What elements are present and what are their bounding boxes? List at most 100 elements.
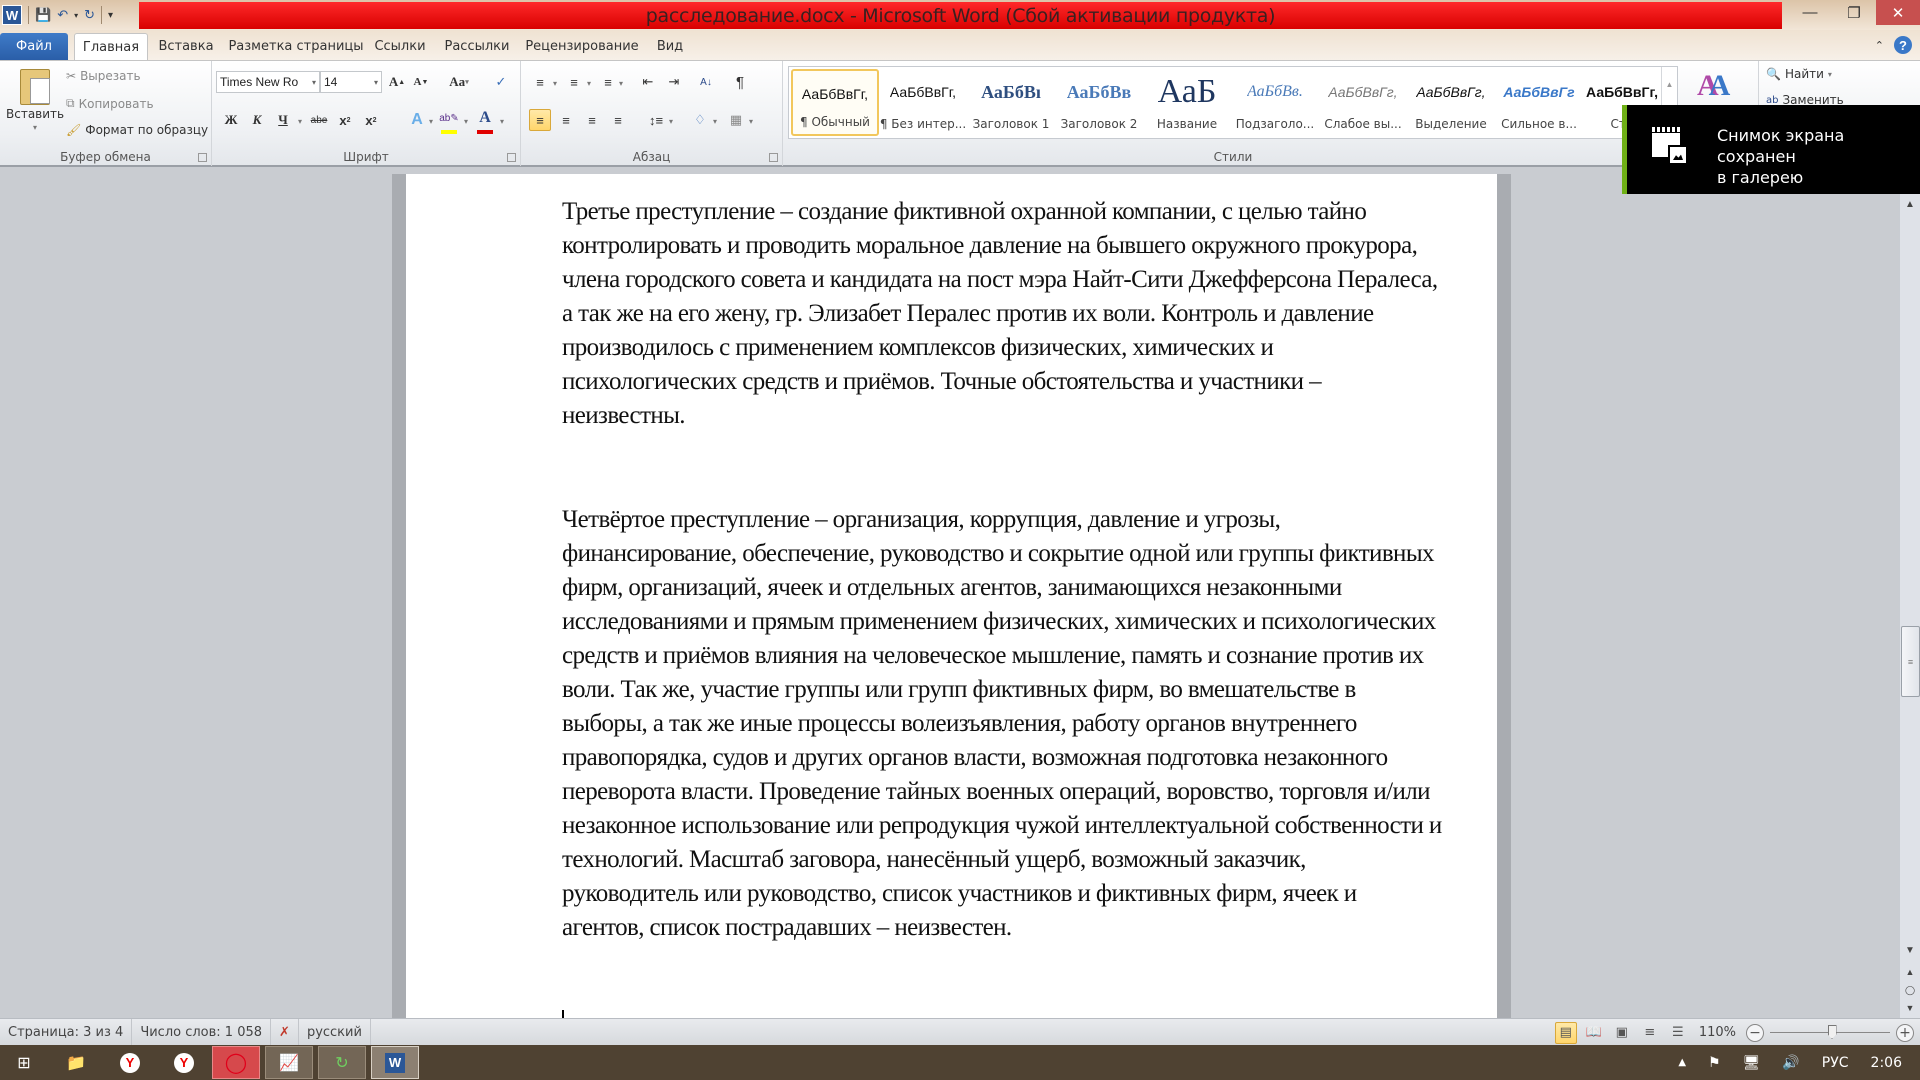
change-styles-button[interactable]: AA	[1697, 69, 1730, 103]
font-launcher-icon[interactable]	[507, 153, 516, 162]
word-app-icon[interactable]: W	[2, 5, 22, 25]
multilevel-list-icon[interactable]: ≡	[597, 71, 619, 93]
minimize-button[interactable]: —	[1788, 0, 1832, 25]
outline-view-icon[interactable]: ≡	[1639, 1022, 1661, 1044]
gallery-up-icon[interactable]: ▲	[1666, 80, 1674, 89]
redo-icon[interactable]: ↻	[84, 5, 95, 25]
align-center-icon[interactable]: ≡	[555, 109, 577, 131]
font-color-dropdown-icon[interactable]: ▾	[500, 117, 504, 126]
browse-object-icon[interactable]: ◯	[1900, 980, 1920, 1000]
find-button[interactable]: 🔍 Найти ▾	[1766, 67, 1832, 81]
strikethrough-button[interactable]: abe	[308, 109, 330, 131]
tab-insert[interactable]: Вставка	[152, 33, 220, 60]
yandex-browser-button[interactable]: Y	[106, 1046, 154, 1079]
borders-dropdown-icon[interactable]: ▾	[749, 117, 753, 126]
tab-mailings[interactable]: Рассылки	[440, 33, 514, 60]
shrink-font-icon[interactable]: A ▼	[410, 71, 432, 93]
paste-button[interactable]: Вставить ▾	[6, 69, 64, 132]
word-count[interactable]: Число слов: 1 058	[132, 1018, 272, 1046]
page-indicator[interactable]: Страница: 3 из 4	[0, 1018, 133, 1046]
minimize-ribbon-icon[interactable]: ⌃	[1875, 39, 1884, 52]
font-color-icon[interactable]: A	[474, 107, 496, 129]
previous-page-icon[interactable]: ▲	[1900, 962, 1920, 982]
sort-icon[interactable]: A↓	[695, 71, 717, 93]
show-hidden-icons-icon[interactable]: ▲	[1678, 1057, 1686, 1068]
customize-qat-icon[interactable]: ▾	[108, 5, 113, 25]
cut-button[interactable]: ✂ Вырезать	[66, 69, 141, 83]
underline-button[interactable]: Ч	[272, 109, 294, 131]
clear-formatting-icon[interactable]: ✓	[490, 71, 512, 93]
scroll-down-icon[interactable]: ▼	[1900, 940, 1920, 960]
format-painter-button[interactable]: 🖌 Формат по образцу	[66, 123, 208, 137]
highlight-icon[interactable]: ab✎	[438, 107, 460, 129]
style-title[interactable]: АаБ Название	[1143, 69, 1231, 136]
numbering-icon[interactable]: ≡	[563, 71, 585, 93]
style-heading-1[interactable]: АаБбВı Заголовок 1	[967, 69, 1055, 136]
tab-view[interactable]: Вид	[650, 33, 690, 60]
font-size-combo[interactable]: 14 ▾	[320, 71, 382, 93]
style-heading-2[interactable]: АаБбВв Заголовок 2	[1055, 69, 1143, 136]
tab-home[interactable]: Главная	[74, 33, 148, 60]
clock[interactable]: 2:06	[1871, 1055, 1902, 1071]
bullets-icon[interactable]: ≡	[529, 71, 551, 93]
draft-view-icon[interactable]: ☰	[1667, 1022, 1689, 1044]
style-no-spacing[interactable]: АаБбВвГг, ¶ Без интер...	[879, 69, 967, 136]
shading-dropdown-icon[interactable]: ▾	[713, 117, 717, 126]
style-subtitle[interactable]: АаБбВв. Подзаголо...	[1231, 69, 1319, 136]
proofing-status[interactable]: ✗	[271, 1018, 299, 1046]
next-page-icon[interactable]: ▼	[1900, 998, 1920, 1018]
restore-button[interactable]: ❐	[1832, 0, 1876, 25]
scroll-thumb[interactable]: ≡	[1901, 626, 1920, 697]
start-button[interactable]: ⊞	[0, 1046, 48, 1079]
undo-dropdown-icon[interactable]: ▾	[74, 5, 78, 25]
multilevel-dropdown-icon[interactable]: ▾	[619, 79, 623, 88]
font-name-combo[interactable]: Times New Ro ▾	[216, 71, 320, 93]
zoom-out-button[interactable]: −	[1746, 1023, 1764, 1042]
change-case-icon[interactable]: Aa ▾	[444, 71, 474, 93]
action-center-icon[interactable]: ⚑	[1708, 1055, 1721, 1071]
style-normal[interactable]: АаБбВвГг, ¶ Обычный	[791, 69, 879, 136]
justify-icon[interactable]: ≡	[607, 109, 629, 131]
paragraph-launcher-icon[interactable]	[769, 153, 778, 162]
file-explorer-button[interactable]: 📁	[52, 1046, 100, 1079]
text-effects-dropdown-icon[interactable]: ▾	[429, 117, 433, 126]
save-icon[interactable]: 💾	[35, 5, 51, 25]
style-subtle-emphasis[interactable]: АаБбВвГг, Слабое вы...	[1319, 69, 1407, 136]
decrease-indent-icon[interactable]: ⇤	[637, 71, 659, 93]
language-indicator[interactable]: русский	[299, 1018, 371, 1046]
vertical-scrollbar[interactable]: ▲ ≡ ▼ ▲ ◯ ▼	[1899, 194, 1920, 1018]
line-spacing-dropdown-icon[interactable]: ▾	[669, 117, 673, 126]
document-paragraph-3[interactable]: Третье преступление – создание фиктивной…	[562, 195, 1442, 433]
full-screen-reading-icon[interactable]: 📖	[1583, 1022, 1605, 1044]
subscript-icon[interactable]: x2	[334, 109, 356, 131]
word-taskbar-button[interactable]: W	[371, 1046, 419, 1079]
zoom-slider-thumb[interactable]	[1827, 1025, 1837, 1039]
zoom-level[interactable]: 110%	[1699, 1025, 1736, 1040]
bold-button[interactable]: Ж	[220, 109, 242, 131]
close-button[interactable]: ✕	[1876, 0, 1920, 25]
paste-dropdown-icon[interactable]: ▾	[33, 123, 37, 132]
document-paragraph-4[interactable]: Четвёртое преступление – организация, ко…	[562, 503, 1442, 945]
screenshot-notification[interactable]: Снимок экрана сохранен в галерею	[1622, 105, 1920, 194]
undo-icon[interactable]: ↶	[57, 5, 68, 25]
scroll-up-icon[interactable]: ▲	[1900, 194, 1920, 214]
presentation-app-button[interactable]: 📈	[265, 1046, 313, 1079]
tab-review[interactable]: Рецензирование	[524, 33, 640, 60]
increase-indent-icon[interactable]: ⇥	[663, 71, 685, 93]
help-icon[interactable]: ?	[1894, 36, 1912, 54]
clipboard-launcher-icon[interactable]	[198, 153, 207, 162]
highlight-dropdown-icon[interactable]: ▾	[464, 117, 468, 126]
numbering-dropdown-icon[interactable]: ▾	[587, 79, 591, 88]
network-icon[interactable]: 🖥	[1743, 1055, 1761, 1071]
line-spacing-icon[interactable]: ↕≡	[645, 109, 667, 131]
text-effects-icon[interactable]: A	[406, 109, 428, 131]
italic-button[interactable]: К	[246, 109, 268, 131]
opera-button[interactable]: ◯	[212, 1046, 260, 1079]
show-formatting-button[interactable]: ¶	[729, 71, 751, 93]
network-sync-button[interactable]: ↻	[318, 1046, 366, 1079]
tab-references[interactable]: Ссылки	[370, 33, 430, 60]
superscript-icon[interactable]: x2	[360, 109, 382, 131]
zoom-in-button[interactable]: +	[1896, 1023, 1914, 1042]
borders-icon[interactable]: ▦	[725, 109, 747, 131]
bullets-dropdown-icon[interactable]: ▾	[553, 79, 557, 88]
